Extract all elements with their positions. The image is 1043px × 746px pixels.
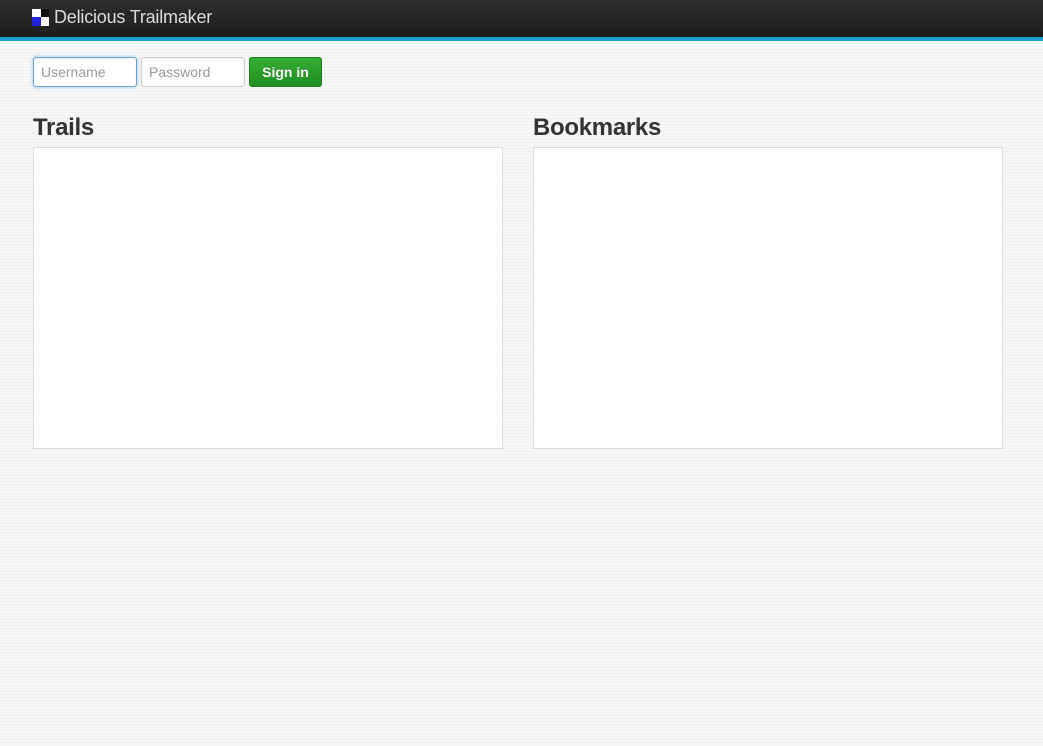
- brand-link[interactable]: Delicious Trailmaker: [32, 6, 212, 28]
- password-input[interactable]: [141, 57, 245, 87]
- trails-list[interactable]: [33, 147, 503, 449]
- top-navbar: Delicious Trailmaker: [0, 0, 1043, 41]
- trails-section: Trails: [33, 112, 503, 449]
- bookmarks-section: Bookmarks: [533, 112, 1003, 449]
- signin-form: Sign in: [33, 57, 322, 87]
- brand-title: Delicious Trailmaker: [54, 7, 213, 27]
- sign-in-button[interactable]: Sign in: [249, 57, 322, 87]
- bookmarks-list[interactable]: [533, 147, 1003, 449]
- trails-heading: Trails: [33, 114, 94, 141]
- username-input[interactable]: [33, 57, 137, 87]
- bookmarks-heading: Bookmarks: [533, 114, 662, 141]
- trailmaker-logo-icon: [32, 8, 49, 26]
